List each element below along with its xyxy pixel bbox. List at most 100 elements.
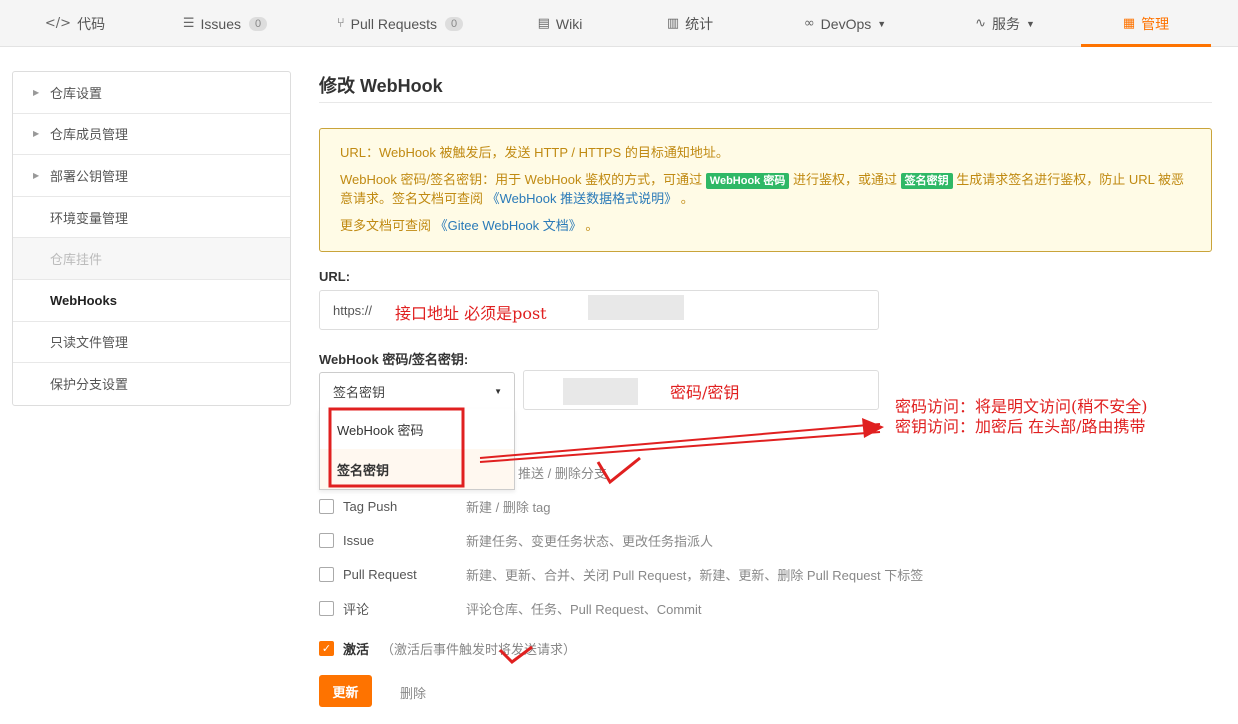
notice-text: 更多文档可查阅 [340, 218, 432, 233]
tab-issues-label: Issues [200, 15, 241, 32]
notice-url-line: URL：WebHook 被触发后，发送 HTTP / HTTPS 的目标通知地址… [340, 145, 729, 160]
pull-requests-count-badge: 0 [445, 16, 464, 31]
sidebar-item-label: 保护分支设置 [50, 377, 129, 393]
issues-count-badge: 0 [249, 16, 268, 31]
wiki-icon: ▤ [537, 16, 550, 31]
pull-request-icon: ⑂ [336, 16, 345, 31]
tab-issues[interactable]: ☰ Issues 0 [170, 0, 280, 47]
tab-pull-requests-label: Pull Requests [350, 15, 438, 32]
secret-type-select[interactable]: 签名密钥 ▼ [319, 372, 515, 410]
caret-right-icon: ▶ [33, 170, 40, 180]
tab-devops[interactable]: ∞ DevOps ▼ [790, 0, 900, 47]
event-name: 评论 [343, 601, 370, 617]
tab-service-label: 服务 [991, 15, 1020, 32]
activate-checkbox[interactable]: ✓ [319, 640, 334, 656]
push-format-doc-link[interactable]: 《WebHook 推送数据格式说明》 [487, 191, 677, 206]
sidebar-item-env-vars[interactable]: 环境变量管理 [13, 197, 290, 239]
notice-text: 进行鉴权，或通过 [792, 172, 897, 187]
notice-secret-line: WebHook 密码/签名密钥：用于 WebHook 鉴权的方式，可通过 Web… [340, 170, 1191, 208]
event-name: Issue [343, 532, 375, 548]
arrow-head [862, 418, 884, 438]
issue-checkbox[interactable] [319, 532, 334, 548]
tab-stats[interactable]: ▥ 统计 [650, 0, 730, 47]
tab-code-label: 代码 [77, 15, 106, 32]
tab-manage-label: 管理 [1141, 15, 1170, 32]
sidebar-item-label: 环境变量管理 [50, 210, 129, 226]
tab-service[interactable]: ∿ 服务 ▼ [960, 0, 1050, 47]
sidebar-item-label: 仓库设置 [50, 85, 103, 101]
activate-row: ✓ 激活 （激活后事件触发时将发送请求） [319, 638, 576, 658]
tab-manage[interactable]: ▦ 管理 [1081, 0, 1211, 47]
arrow-line [479, 431, 881, 463]
sidebar-item-webhooks[interactable]: WebHooks [13, 280, 290, 322]
event-row-pull-request: Pull Request 新建、更新、合并、关闭 Pull Request，新建… [319, 564, 923, 584]
event-row-issue: Issue 新建任务、变更任务状态、更改任务指派人 [319, 530, 713, 550]
chevron-down-icon: ▼ [494, 386, 502, 396]
option-sign-key[interactable]: 签名密钥 [320, 449, 514, 489]
info-notice: URL：WebHook 被触发后，发送 HTTP / HTTPS 的目标通知地址… [319, 128, 1212, 252]
tab-wiki[interactable]: ▤ Wiki [520, 0, 600, 47]
chevron-down-icon: ▼ [877, 18, 887, 29]
url-input-value: https:// [333, 302, 373, 318]
tab-stats-label: 统计 [685, 15, 714, 32]
notice-text: WebHook 密码/签名密钥：用于 WebHook 鉴权的方式，可通过 [340, 172, 703, 187]
sidebar-item-label: 仓库挂件 [50, 252, 103, 268]
event-desc: 新建 / 删除 tag [466, 499, 551, 515]
title-divider [319, 102, 1212, 103]
sidebar-item-protected-branches[interactable]: 保护分支设置 [13, 363, 290, 405]
sign-key-tag: 签名密钥 [900, 173, 953, 189]
issues-icon: ☰ [182, 16, 195, 31]
event-desc: 新建、更新、合并、关闭 Pull Request，新建、更新、删除 Pull R… [466, 567, 924, 583]
url-label: URL: [319, 269, 351, 284]
tab-pull-requests[interactable]: ⑂ Pull Requests 0 [325, 0, 475, 47]
tab-wiki-label: Wiki [555, 15, 583, 32]
secret-label: WebHook 密码/签名密钥: [319, 352, 469, 367]
redacted-block [588, 295, 684, 320]
gitee-webhook-doc-link[interactable]: 《Gitee WebHook 文档》 [435, 218, 582, 233]
tab-code[interactable]: </> 代码 [30, 0, 120, 47]
event-row-comment: 评论 评论仓库、任务、Pull Request、Commit [319, 598, 702, 618]
manage-icon: ▦ [1122, 16, 1136, 31]
notice-more-line: 更多文档可查阅 《Gitee WebHook 文档》 。 [340, 216, 1191, 235]
secret-type-selected: 签名密钥 [333, 384, 386, 400]
secret-type-dropdown: WebHook 密码 签名密钥 [319, 409, 515, 490]
pull-request-checkbox[interactable] [319, 566, 334, 582]
sidebar-item-widgets: 仓库挂件 [13, 238, 290, 280]
sidebar-item-label: 部署公钥管理 [50, 168, 129, 184]
option-webhook-password[interactable]: WebHook 密码 [320, 409, 514, 449]
update-button[interactable]: 更新 [319, 675, 372, 707]
page-title: 修改 WebHook [319, 76, 443, 96]
caret-right-icon: ▶ [33, 129, 40, 139]
sidebar-item-readonly-files[interactable]: 只读文件管理 [13, 322, 290, 364]
event-row-tag-push: Tag Push 新建 / 删除 tag [319, 496, 551, 516]
redacted-block [563, 378, 638, 405]
arrow-line [479, 423, 881, 459]
tab-devops-label: DevOps [820, 15, 872, 32]
url-annotation: 接口地址 必须是post [395, 304, 547, 323]
code-icon: </> [44, 16, 72, 31]
activate-label: 激活 [343, 641, 370, 657]
event-name: Pull Request [343, 566, 417, 582]
sidebar-item-label: 只读文件管理 [50, 335, 129, 351]
caret-right-icon: ▶ [33, 87, 40, 97]
sidebar-item-repo-settings[interactable]: ▶ 仓库设置 [13, 72, 290, 114]
repo-nav-bar: </> 代码 ☰ Issues 0 ⑂ Pull Requests 0 ▤ Wi… [0, 0, 1238, 47]
tag-push-checkbox[interactable] [319, 498, 334, 514]
event-name: Tag Push [343, 498, 398, 514]
secret-annotation: 密码/密钥 [670, 383, 740, 402]
password-tag: WebHook 密码 [705, 173, 790, 189]
notice-text: 。 [585, 218, 599, 233]
comment-checkbox[interactable] [319, 600, 334, 616]
sidebar-item-members[interactable]: ▶ 仓库成员管理 [13, 114, 290, 156]
activate-hint: （激活后事件触发时将发送请求） [381, 641, 577, 657]
stats-icon: ▥ [666, 16, 680, 31]
sidebar-item-label: WebHooks [50, 292, 117, 308]
delete-link[interactable]: 删除 [400, 683, 426, 702]
chevron-down-icon: ▼ [1025, 18, 1035, 29]
key-access-annotation: 密钥访问：加密后 在头部/路由携带 [895, 417, 1146, 436]
sidebar-item-deploy-keys[interactable]: ▶ 部署公钥管理 [13, 155, 290, 197]
devops-icon: ∞ [803, 16, 815, 31]
event-desc: 评论仓库、任务、Pull Request、Commit [466, 601, 702, 617]
event-desc: 新建任务、变更任务状态、更改任务指派人 [466, 533, 714, 549]
service-icon: ∿ [975, 16, 986, 31]
